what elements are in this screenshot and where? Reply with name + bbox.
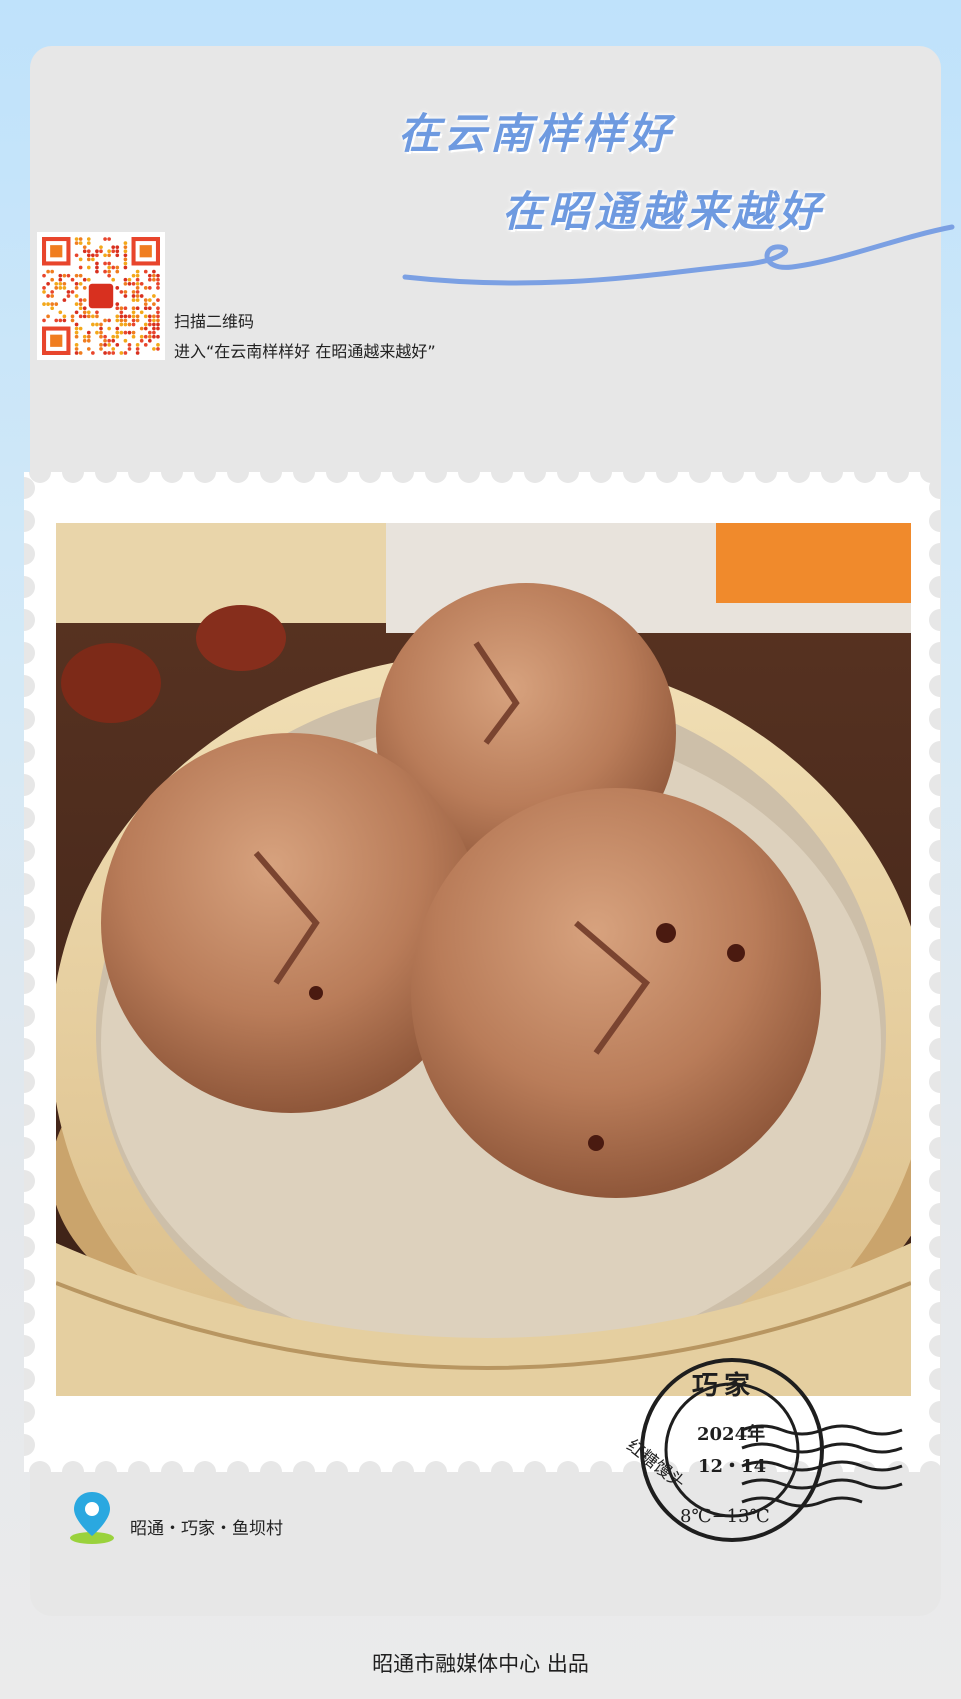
map-pin-icon [70, 1492, 114, 1544]
footer-credit: 昭通市融媒体中心 出品 [372, 1652, 589, 1676]
postmark [640, 1358, 903, 1542]
location-text: 昭通・巧家・鱼坝村 [130, 1519, 283, 1539]
food-photo [56, 523, 911, 1396]
qr-caption-2: 进入“在云南样样好 在昭通越来越好” [174, 342, 436, 361]
qr-code-icon [42, 237, 160, 355]
postmark-title: 巧家 [692, 1371, 757, 1401]
swoosh-decoration [402, 224, 955, 286]
qr-code[interactable] [37, 232, 165, 360]
postmark-date: 12・14 [698, 1456, 767, 1477]
qr-caption-1: 扫描二维码 [174, 312, 255, 331]
brown-sugar-steamed-buns-photo [56, 523, 911, 1396]
postmark-temperature: 8℃−13℃ [680, 1506, 770, 1527]
postmark-year: 2024年 [697, 1424, 766, 1445]
slogan-line-1: 在云南样样好 [398, 109, 675, 158]
